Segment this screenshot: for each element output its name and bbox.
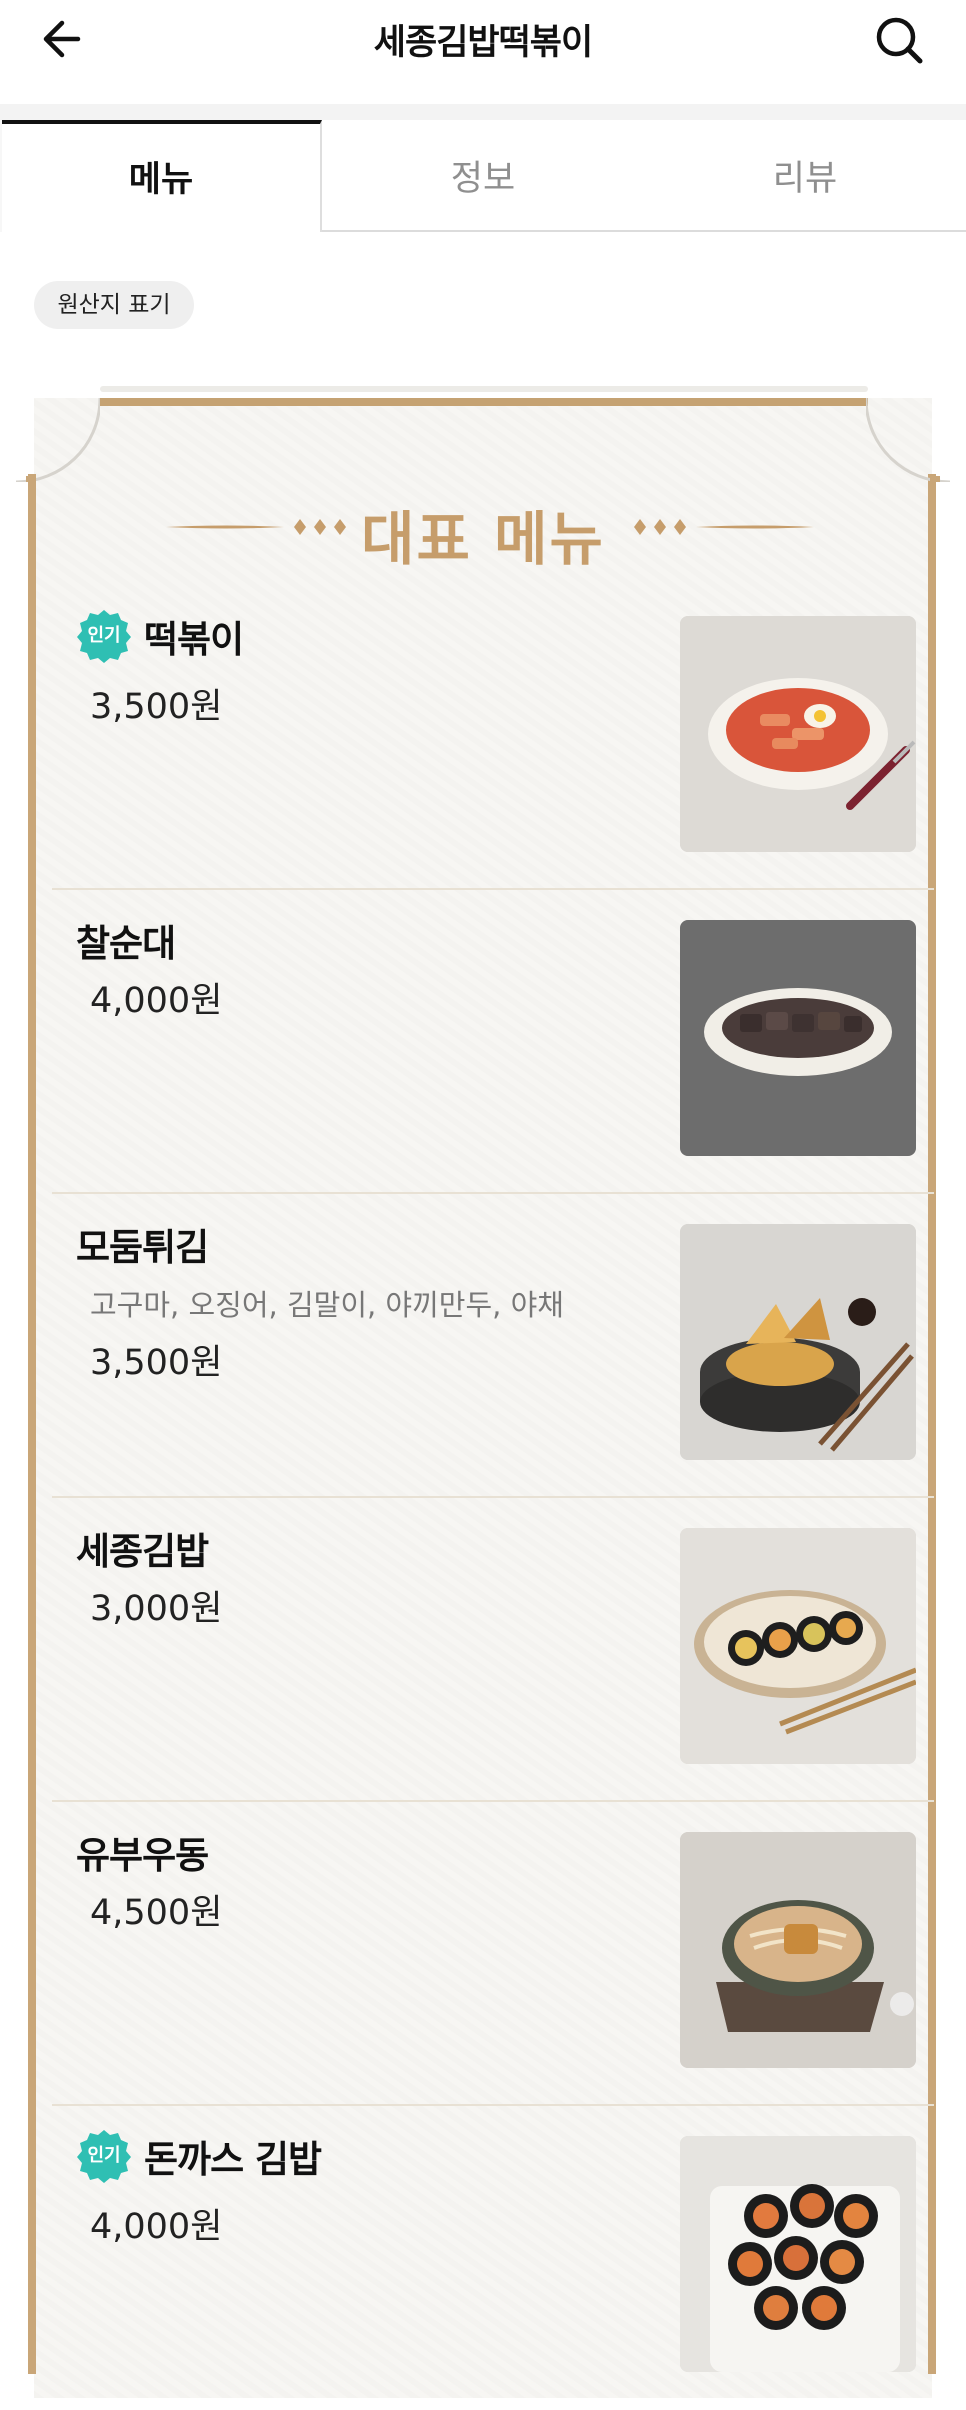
item-price: 3,500원 [90, 687, 223, 727]
menu-item[interactable]: 인기 떡볶이 3,500원 [52, 586, 934, 890]
top-bar: 세종김밥떡볶이 [0, 0, 966, 104]
item-photo [680, 616, 916, 852]
item-photo [680, 920, 916, 1156]
item-name: 유부우동 [76, 1834, 209, 1877]
item-name: 세종김밥 [76, 1530, 209, 1573]
board-corner-left [16, 398, 100, 482]
item-price: 3,000원 [90, 1589, 223, 1629]
item-price: 4,000원 [90, 981, 223, 1021]
board-frame-top [100, 398, 868, 406]
badge-label: 인기 [87, 625, 121, 646]
origin-label-chip[interactable]: 원산지 표기 [34, 281, 194, 329]
item-photo [680, 1224, 916, 1460]
popular-badge: 인기 [76, 2128, 132, 2184]
item-name: 찰순대 [76, 922, 176, 965]
item-photo [680, 2136, 916, 2372]
badge-label: 인기 [87, 2145, 121, 2166]
item-photo [680, 1832, 916, 2068]
board-frame-top-highlight [100, 386, 868, 392]
board-corner-right [866, 398, 950, 482]
search-button[interactable] [870, 12, 928, 68]
item-price: 4,500원 [90, 1893, 223, 1933]
tab-info[interactable]: 정보 [322, 120, 644, 232]
menu-item[interactable]: 인기 돈까스 김밥 4,000원 [52, 2106, 934, 2410]
item-price: 4,000원 [90, 2207, 223, 2247]
popular-badge: 인기 [76, 608, 132, 664]
tab-bar: 메뉴 정보 리뷰 [0, 120, 966, 232]
menu-item[interactable]: 모둠튀김 고구마, 오징어, 김말이, 야끼만두, 야채 3,500원 [52, 1194, 934, 1498]
menu-item[interactable]: 세종김밥 3,000원 [52, 1498, 934, 1802]
search-icon [876, 17, 923, 64]
tab-review[interactable]: 리뷰 [644, 120, 966, 232]
item-name: 떡볶이 [144, 618, 244, 661]
header-divider [0, 104, 966, 120]
page-title: 세종김밥떡볶이 [373, 23, 593, 63]
signature-menu-board: 대표 메뉴 인기 떡볶이 3,500원 찰순대 4,000원 모둠튀김 고구마,… [16, 384, 950, 2398]
item-name: 돈까스 김밥 [144, 2138, 322, 2181]
item-photo [680, 1528, 916, 1764]
item-name: 모둠튀김 [76, 1226, 209, 1269]
tab-menu[interactable]: 메뉴 [2, 120, 322, 232]
heading-ornament-right-icon [634, 519, 814, 535]
item-description: 고구마, 오징어, 김말이, 야끼만두, 야채 [90, 1288, 564, 1322]
item-price: 3,500원 [90, 1343, 223, 1383]
board-frame-left [28, 474, 36, 2374]
section-heading: 대표 메뉴 [16, 492, 950, 573]
menu-item[interactable]: 유부우동 4,500원 [52, 1802, 934, 2106]
menu-item[interactable]: 찰순대 4,000원 [52, 890, 934, 1194]
